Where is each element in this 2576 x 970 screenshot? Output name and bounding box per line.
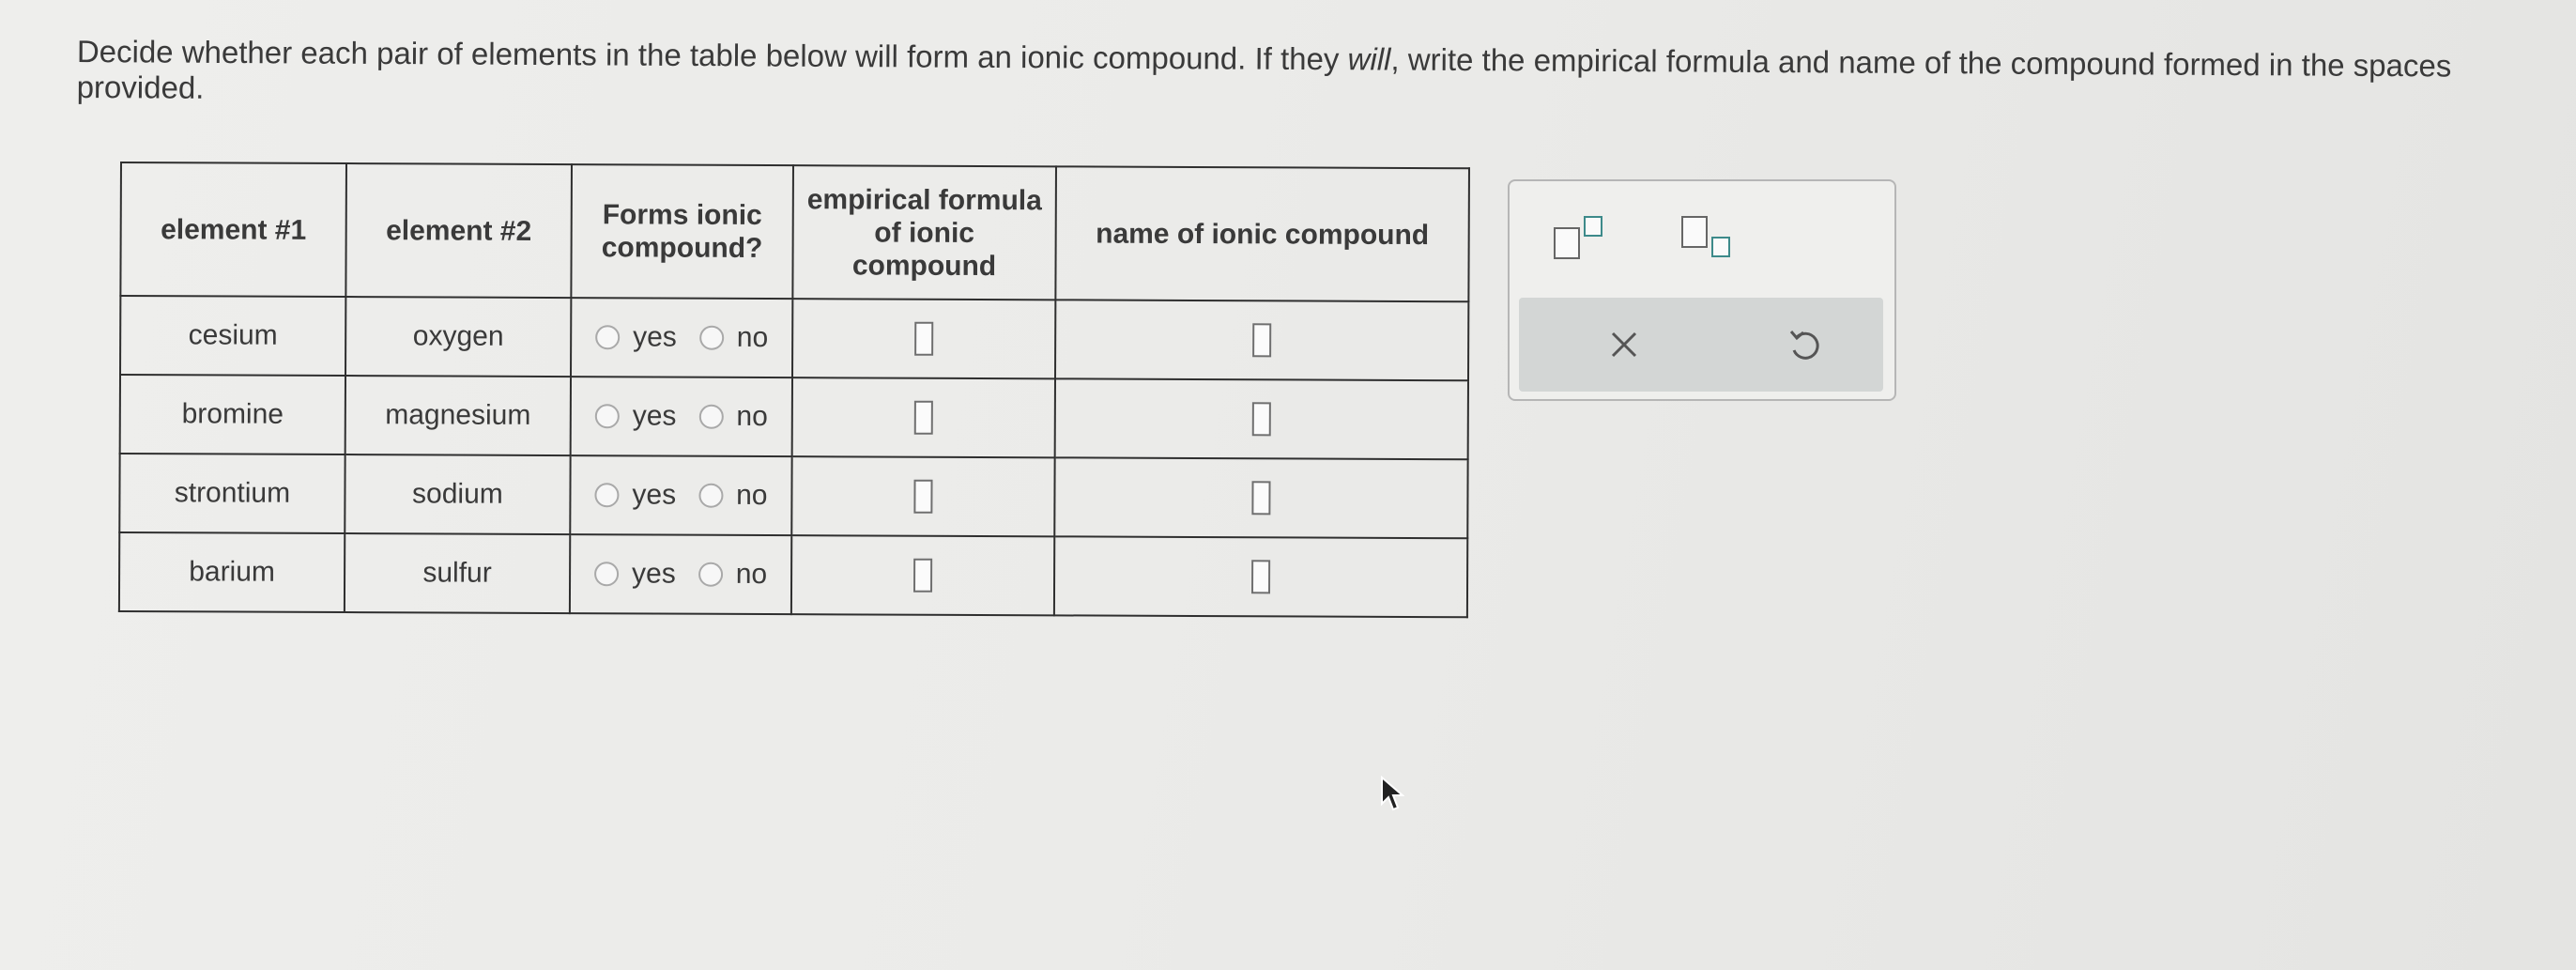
table-row: strontium sodium yes no <box>119 454 1468 539</box>
formula-input[interactable] <box>913 558 933 593</box>
header-empirical-formula: empirical formula of ionic compound <box>792 165 1056 300</box>
table-row: cesium oxygen yes no <box>120 296 1469 381</box>
forms-ionic-radio-group: yes no <box>571 558 790 591</box>
header-forms-ionic-label: Forms ionic compound? <box>601 199 763 264</box>
formula-input[interactable] <box>914 321 934 356</box>
radio-no-label: no <box>735 558 768 591</box>
instructions-part1: Decide whether each pair of elements in … <box>76 34 1348 77</box>
formula-cell <box>791 377 1055 458</box>
forms-ionic-cell: yes no <box>570 377 793 457</box>
subscript-icon[interactable] <box>1680 215 1737 262</box>
radio-no-circle[interactable] <box>698 325 724 350</box>
element2-cell: sodium <box>345 454 571 535</box>
radio-yes-circle[interactable] <box>594 483 620 508</box>
palette-tools-row <box>1510 181 1894 294</box>
radio-yes-circle[interactable] <box>595 325 621 350</box>
radio-no-circle[interactable] <box>698 404 724 429</box>
formula-tool-palette <box>1508 179 1896 401</box>
radio-no-circle[interactable] <box>698 483 724 508</box>
radio-no-label: no <box>736 479 768 512</box>
name-cell <box>1055 300 1469 381</box>
table-header-row: element #1 element #2 Forms ionic compou… <box>120 162 1469 302</box>
element2-cell: sulfur <box>344 533 571 614</box>
radio-no[interactable]: no <box>698 558 768 591</box>
radio-no[interactable]: no <box>698 321 769 354</box>
elements-table: element #1 element #2 Forms ionic compou… <box>118 162 1470 618</box>
radio-yes-label: yes <box>632 479 677 511</box>
element1-cell: cesium <box>120 296 346 377</box>
radio-yes[interactable]: yes <box>594 400 677 432</box>
element2-cell: oxygen <box>345 297 572 377</box>
header-compound-name: name of ionic compound <box>1055 166 1469 302</box>
clear-icon[interactable] <box>1602 322 1647 367</box>
table-row: bromine magnesium yes no <box>119 375 1468 460</box>
radio-yes[interactable]: yes <box>595 321 677 353</box>
radio-yes[interactable]: yes <box>594 558 676 590</box>
formula-cell <box>791 456 1055 537</box>
name-input[interactable] <box>1252 323 1272 358</box>
radio-yes-label: yes <box>632 400 677 432</box>
element1-cell: bromine <box>119 375 346 455</box>
forms-ionic-cell: yes no <box>571 298 793 378</box>
forms-ionic-radio-group: yes no <box>572 400 791 433</box>
forms-ionic-radio-group: yes no <box>572 321 791 354</box>
undo-icon[interactable] <box>1782 322 1827 367</box>
radio-yes-label: yes <box>631 558 676 590</box>
header-element1: element #1 <box>120 162 346 298</box>
name-input[interactable] <box>1251 560 1271 594</box>
name-cell <box>1054 457 1468 539</box>
table-row: barium sulfur yes no <box>118 532 1468 618</box>
radio-no-circle[interactable] <box>698 562 723 587</box>
header-forms-ionic: Forms ionic compound? <box>571 164 793 300</box>
instructions-text: Decide whether each pair of elements in … <box>77 34 2480 120</box>
forms-ionic-cell: yes no <box>570 455 792 536</box>
formula-cell <box>790 535 1055 616</box>
radio-yes-circle[interactable] <box>594 404 620 429</box>
forms-ionic-cell: yes no <box>569 534 792 615</box>
radio-no[interactable]: no <box>698 401 768 433</box>
radio-no-label: no <box>736 321 769 354</box>
radio-yes-circle[interactable] <box>594 562 620 587</box>
formula-input[interactable] <box>913 479 933 514</box>
mouse-cursor-icon <box>1380 775 1405 815</box>
radio-no[interactable]: no <box>698 480 768 512</box>
palette-actions-row <box>1519 298 1883 392</box>
instructions-emphasis: will <box>1347 41 1391 77</box>
formula-cell <box>792 299 1056 379</box>
formula-input[interactable] <box>913 400 933 435</box>
name-input[interactable] <box>1251 402 1271 437</box>
radio-yes-label: yes <box>633 321 677 353</box>
element1-cell: strontium <box>119 454 345 534</box>
header-element2: element #2 <box>345 163 572 299</box>
radio-yes[interactable]: yes <box>594 479 676 511</box>
superscript-icon[interactable] <box>1553 215 1609 262</box>
forms-ionic-radio-group: yes no <box>571 479 790 512</box>
name-input[interactable] <box>1251 481 1271 516</box>
element1-cell: barium <box>118 532 345 613</box>
name-cell <box>1054 378 1468 460</box>
element2-cell: magnesium <box>345 376 572 456</box>
radio-no-label: no <box>736 400 768 433</box>
name-cell <box>1053 536 1468 618</box>
header-empirical-formula-label: empirical formula of ionic compound <box>806 183 1042 282</box>
